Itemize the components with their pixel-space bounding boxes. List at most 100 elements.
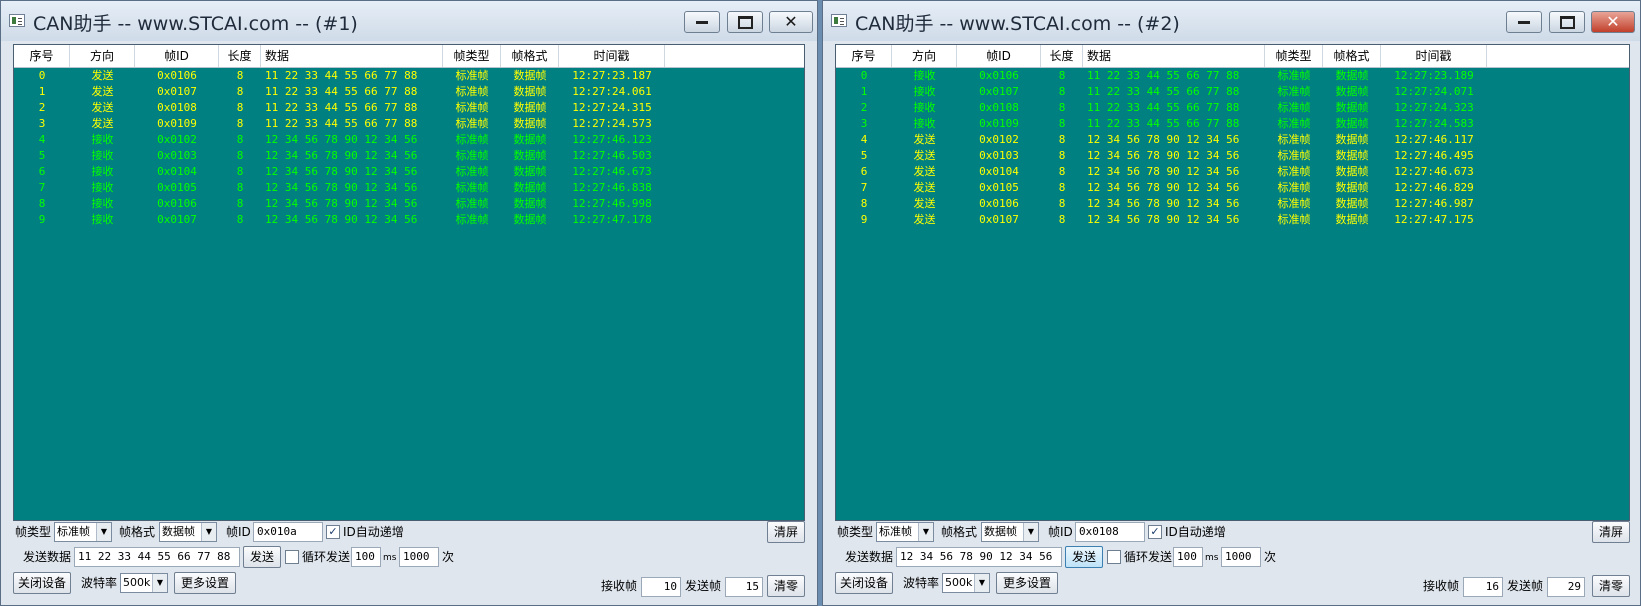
maximize-button[interactable] xyxy=(1549,11,1585,33)
col-header-length[interactable]: 长度 xyxy=(1041,45,1083,67)
more-settings-button[interactable]: 更多设置 xyxy=(174,572,236,594)
table-row[interactable]: 1 发送 0x0107 8 11 22 33 44 55 66 77 88 标准帧 数据帧 1… xyxy=(14,84,804,100)
id-auto-increment-checkbox[interactable]: ✓ xyxy=(1148,525,1162,539)
row-frame-type: 标准帧 xyxy=(455,117,489,130)
close-device-button[interactable]: 关闭设备 xyxy=(835,572,893,594)
table-row[interactable]: 0 接收 0x0106 8 11 22 33 44 55 66 77 88 标准帧 数据帧 1… xyxy=(836,68,1629,84)
row-data: 12 34 56 78 90 12 34 56 xyxy=(265,133,418,146)
table-row[interactable]: 9 发送 0x0107 8 12 34 56 78 90 12 34 56 标准帧 数据帧 1… xyxy=(836,212,1629,228)
col-header-direction[interactable]: 方向 xyxy=(892,45,957,67)
table-row[interactable]: 8 发送 0x0106 8 12 34 56 78 90 12 34 56 标准帧 数据帧 1… xyxy=(836,196,1629,212)
col-header-timestamp[interactable]: 时间戳 xyxy=(559,45,665,67)
col-header-frame-type[interactable]: 帧类型 xyxy=(443,45,501,67)
row-data: 11 22 33 44 55 66 77 88 xyxy=(1087,85,1240,98)
loop-interval-input[interactable]: 100 xyxy=(1173,547,1203,567)
row-data: 11 22 33 44 55 66 77 88 xyxy=(1087,69,1240,82)
table-row[interactable]: 3 接收 0x0109 8 11 22 33 44 55 66 77 88 标准帧 数据帧 1… xyxy=(836,116,1629,132)
title-bar[interactable]: CAN助手 -- www.STCAI.com -- (#2) ✕ xyxy=(823,1,1640,41)
loop-send-checkbox[interactable] xyxy=(1107,550,1121,564)
table-row[interactable]: 7 发送 0x0105 8 12 34 56 78 90 12 34 56 标准帧 数据帧 1… xyxy=(836,180,1629,196)
row-data: 12 34 56 78 90 12 34 56 xyxy=(1087,197,1240,210)
col-header-direction[interactable]: 方向 xyxy=(70,45,135,67)
col-header-length[interactable]: 长度 xyxy=(219,45,261,67)
col-header-index[interactable]: 序号 xyxy=(14,45,70,67)
table-row[interactable]: 1 接收 0x0107 8 11 22 33 44 55 66 77 88 标准帧 数据帧 1… xyxy=(836,84,1629,100)
send-data-input[interactable]: 11 22 33 44 55 66 77 88 xyxy=(74,547,240,567)
row-direction: 发送 xyxy=(913,149,936,162)
table-row[interactable]: 3 发送 0x0109 8 11 22 33 44 55 66 77 88 标准帧 数据帧 1… xyxy=(14,116,804,132)
baud-rate-select[interactable]: 500k ▼ xyxy=(942,573,990,593)
table-row[interactable]: 5 接收 0x0103 8 12 34 56 78 90 12 34 56 标准帧 数据帧 1… xyxy=(14,148,804,164)
row-index: 8 xyxy=(38,197,46,210)
col-header-frame-type[interactable]: 帧类型 xyxy=(1265,45,1323,67)
row-data: 11 22 33 44 55 66 77 88 xyxy=(265,69,418,82)
table-row[interactable]: 8 接收 0x0106 8 12 34 56 78 90 12 34 56 标准帧 数据帧 1… xyxy=(14,196,804,212)
row-direction: 接收 xyxy=(91,181,114,194)
table-row[interactable]: 5 发送 0x0103 8 12 34 56 78 90 12 34 56 标准帧 数据帧 1… xyxy=(836,148,1629,164)
minimize-button[interactable] xyxy=(1506,11,1542,33)
frame-format-select[interactable]: 数据帧 ▼ xyxy=(159,522,217,542)
baud-rate-value: 500k xyxy=(123,576,151,589)
table-row[interactable]: 6 发送 0x0104 8 12 34 56 78 90 12 34 56 标准帧 数据帧 1… xyxy=(836,164,1629,180)
col-header-data[interactable]: 数据 xyxy=(1083,45,1265,67)
loop-send-checkbox[interactable] xyxy=(285,550,299,564)
table-row[interactable]: 9 接收 0x0107 8 12 34 56 78 90 12 34 56 标准帧 数据帧 1… xyxy=(14,212,804,228)
col-header-timestamp[interactable]: 时间戳 xyxy=(1381,45,1487,67)
clear-screen-button[interactable]: 清屏 xyxy=(1592,521,1630,543)
reset-counters-button[interactable]: 清零 xyxy=(1592,575,1630,597)
table-row[interactable]: 4 接收 0x0102 8 12 34 56 78 90 12 34 56 标准帧 数据帧 1… xyxy=(14,132,804,148)
row-frame-id: 0x0106 xyxy=(979,69,1019,82)
row-frame-id: 0x0105 xyxy=(979,181,1019,194)
table-row[interactable]: 7 接收 0x0105 8 12 34 56 78 90 12 34 56 标准帧 数据帧 1… xyxy=(14,180,804,196)
loop-count-input[interactable]: 1000 xyxy=(1221,547,1261,567)
row-frame-id: 0x0102 xyxy=(157,133,197,146)
row-index: 2 xyxy=(860,101,868,114)
col-header-data[interactable]: 数据 xyxy=(261,45,443,67)
row-direction: 发送 xyxy=(91,85,114,98)
row-direction: 发送 xyxy=(91,101,114,114)
window-title: CAN助手 -- www.STCAI.com -- (#2) xyxy=(855,13,1180,35)
minimize-button[interactable] xyxy=(684,11,720,33)
table-row[interactable]: 0 发送 0x0106 8 11 22 33 44 55 66 77 88 标准帧 数据帧 1… xyxy=(14,68,804,84)
clear-screen-button[interactable]: 清屏 xyxy=(767,521,805,543)
table-row[interactable]: 2 发送 0x0108 8 11 22 33 44 55 66 77 88 标准帧 数据帧 1… xyxy=(14,100,804,116)
row-frame-format: 数据帧 xyxy=(1335,197,1369,210)
chevron-down-icon: ▼ xyxy=(201,523,216,541)
frame-id-input[interactable]: 0x010a xyxy=(253,522,323,542)
close-button[interactable]: ✕ xyxy=(769,11,813,33)
row-direction: 发送 xyxy=(91,69,114,82)
col-header-frame-format[interactable]: 帧格式 xyxy=(501,45,559,67)
table-row[interactable]: 2 接收 0x0108 8 11 22 33 44 55 66 77 88 标准帧 数据帧 1… xyxy=(836,100,1629,116)
table-row[interactable]: 4 发送 0x0102 8 12 34 56 78 90 12 34 56 标准帧 数据帧 1… xyxy=(836,132,1629,148)
close-button[interactable]: ✕ xyxy=(1591,11,1635,33)
frame-type-select[interactable]: 标准帧 ▼ xyxy=(54,522,112,542)
col-header-index[interactable]: 序号 xyxy=(836,45,892,67)
reset-counters-button[interactable]: 清零 xyxy=(767,575,805,597)
row-index: 6 xyxy=(860,165,868,178)
row-data: 12 34 56 78 90 12 34 56 xyxy=(265,165,418,178)
id-auto-increment-checkbox[interactable]: ✓ xyxy=(326,525,340,539)
col-header-frame-id[interactable]: 帧ID xyxy=(957,45,1041,67)
send-button[interactable]: 发送 xyxy=(1065,546,1103,568)
close-device-button[interactable]: 关闭设备 xyxy=(13,572,71,594)
baud-rate-select[interactable]: 500k ▼ xyxy=(120,573,168,593)
send-button[interactable]: 发送 xyxy=(243,546,281,568)
frame-id-input[interactable]: 0x0108 xyxy=(1075,522,1145,542)
can-assistant-window-2: CAN助手 -- www.STCAI.com -- (#2) ✕ 序号 方向 帧… xyxy=(822,0,1641,606)
frame-grid[interactable]: 序号 方向 帧ID 长度 数据 帧类型 帧格式 时间戳 0 接收 0x0106 8 11… xyxy=(835,44,1630,521)
row-direction: 接收 xyxy=(913,85,936,98)
maximize-button[interactable] xyxy=(727,11,763,33)
col-header-frame-format[interactable]: 帧格式 xyxy=(1323,45,1381,67)
send-data-input[interactable]: 12 34 56 78 90 12 34 56 xyxy=(896,547,1062,567)
row-index: 9 xyxy=(38,213,46,226)
frame-type-select[interactable]: 标准帧 ▼ xyxy=(876,522,934,542)
loop-interval-input[interactable]: 100 xyxy=(351,547,381,567)
more-settings-button[interactable]: 更多设置 xyxy=(996,572,1058,594)
table-row[interactable]: 6 接收 0x0104 8 12 34 56 78 90 12 34 56 标准帧 数据帧 1… xyxy=(14,164,804,180)
title-bar[interactable]: CAN助手 -- www.STCAI.com -- (#1) ✕ xyxy=(1,1,817,41)
loop-count-input[interactable]: 1000 xyxy=(399,547,439,567)
frame-grid[interactable]: 序号 方向 帧ID 长度 数据 帧类型 帧格式 时间戳 0 发送 0x0106 8 11… xyxy=(13,44,805,521)
frame-format-select[interactable]: 数据帧 ▼ xyxy=(981,522,1039,542)
col-header-frame-id[interactable]: 帧ID xyxy=(135,45,219,67)
row-timestamp: 12:27:46.117 xyxy=(1394,133,1474,146)
